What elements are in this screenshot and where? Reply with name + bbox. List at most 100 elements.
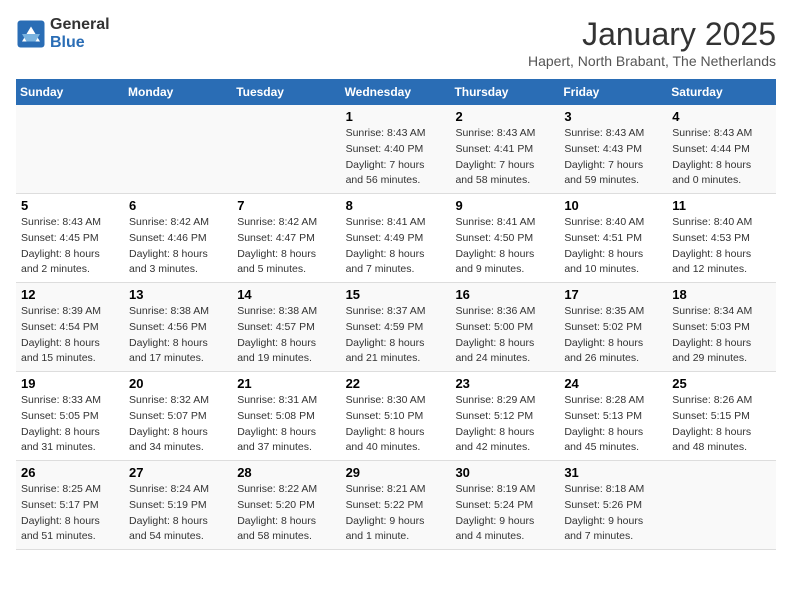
- day-number: 22: [346, 376, 446, 391]
- calendar-cell: 13 Sunrise: 8:38 AM Sunset: 4:56 PM Dayli…: [124, 283, 232, 372]
- day-info: Sunrise: 8:40 AM Sunset: 4:51 PM Dayligh…: [564, 215, 662, 278]
- week-row-2: 5Sunrise: 8:43 AM Sunset: 4:45 PM Daylig…: [16, 194, 776, 283]
- calendar-cell: 8Sunrise: 8:41 AM Sunset: 4:49 PM Daylig…: [341, 194, 451, 283]
- weekday-header-row: SundayMondayTuesdayWednesdayThursdayFrid…: [16, 79, 776, 105]
- day-info: Sunrise: 8:41 AM Sunset: 4:49 PM Dayligh…: [346, 215, 446, 278]
- calendar-cell: 6 Sunrise: 8:42 AM Sunset: 4:46 PM Daylig…: [124, 194, 232, 283]
- day-info: Sunrise: 8:37 AM Sunset: 4:59 PM Dayligh…: [346, 304, 446, 367]
- calendar-cell: 5Sunrise: 8:43 AM Sunset: 4:45 PM Daylig…: [16, 194, 124, 283]
- day-number: 29: [346, 465, 446, 480]
- day-number: 9: [455, 198, 554, 213]
- page-header: General Blue January 2025 Hapert, North …: [16, 16, 776, 69]
- calendar-cell: 27 Sunrise: 8:24 AM Sunset: 5:19 PM Dayli…: [124, 461, 232, 550]
- calendar-cell: 26 Sunrise: 8:25 AM Sunset: 5:17 PM Dayli…: [16, 461, 124, 550]
- weekday-header-tuesday: Tuesday: [232, 79, 340, 105]
- day-number: 6: [129, 198, 227, 213]
- day-number: 10: [564, 198, 662, 213]
- day-info: Sunrise: 8:43 AM Sunset: 4:40 PM Dayligh…: [346, 126, 446, 189]
- title-area: January 2025 Hapert, North Brabant, The …: [528, 16, 776, 69]
- week-row-3: 12Sunrise: 8:39 AM Sunset: 4:54 PM Dayli…: [16, 283, 776, 372]
- day-info: Sunrise: 8:25 AM Sunset: 5:17 PM Dayligh…: [21, 482, 119, 545]
- calendar-cell: 30Sunrise: 8:19 AM Sunset: 5:24 PM Dayli…: [450, 461, 559, 550]
- weekday-header-friday: Friday: [559, 79, 667, 105]
- day-number: 2: [455, 109, 554, 124]
- weekday-header-sunday: Sunday: [16, 79, 124, 105]
- month-title: January 2025: [528, 16, 776, 53]
- day-number: 4: [672, 109, 771, 124]
- calendar-cell: [667, 461, 776, 550]
- calendar-cell: [124, 105, 232, 194]
- day-info: Sunrise: 8:43 AM Sunset: 4:44 PM Dayligh…: [672, 126, 771, 189]
- day-info: Sunrise: 8:30 AM Sunset: 5:10 PM Dayligh…: [346, 393, 446, 456]
- day-number: 11: [672, 198, 771, 213]
- day-number: 27: [129, 465, 227, 480]
- day-info: Sunrise: 8:26 AM Sunset: 5:15 PM Dayligh…: [672, 393, 771, 456]
- day-info: Sunrise: 8:43 AM Sunset: 4:41 PM Dayligh…: [455, 126, 554, 189]
- week-row-4: 19 Sunrise: 8:33 AM Sunset: 5:05 PM Dayli…: [16, 372, 776, 461]
- calendar-cell: 11Sunrise: 8:40 AM Sunset: 4:53 PM Dayli…: [667, 194, 776, 283]
- calendar-cell: 2 Sunrise: 8:43 AM Sunset: 4:41 PM Daylig…: [450, 105, 559, 194]
- calendar-cell: 12Sunrise: 8:39 AM Sunset: 4:54 PM Dayli…: [16, 283, 124, 372]
- calendar-cell: 17 Sunrise: 8:35 AM Sunset: 5:02 PM Dayli…: [559, 283, 667, 372]
- day-info: Sunrise: 8:39 AM Sunset: 4:54 PM Dayligh…: [21, 304, 119, 367]
- calendar-cell: 3Sunrise: 8:43 AM Sunset: 4:43 PM Daylig…: [559, 105, 667, 194]
- calendar-cell: 31 Sunrise: 8:18 AM Sunset: 5:26 PM Dayli…: [559, 461, 667, 550]
- weekday-header-thursday: Thursday: [450, 79, 559, 105]
- calendar-cell: 18Sunrise: 8:34 AM Sunset: 5:03 PM Dayli…: [667, 283, 776, 372]
- day-info: Sunrise: 8:36 AM Sunset: 5:00 PM Dayligh…: [455, 304, 554, 367]
- day-number: 28: [237, 465, 335, 480]
- calendar-cell: 16 Sunrise: 8:36 AM Sunset: 5:00 PM Dayli…: [450, 283, 559, 372]
- day-number: 14: [237, 287, 335, 302]
- day-info: Sunrise: 8:22 AM Sunset: 5:20 PM Dayligh…: [237, 482, 335, 545]
- weekday-header-saturday: Saturday: [667, 79, 776, 105]
- day-info: Sunrise: 8:31 AM Sunset: 5:08 PM Dayligh…: [237, 393, 335, 456]
- day-number: 13: [129, 287, 227, 302]
- day-number: 5: [21, 198, 119, 213]
- day-number: 31: [564, 465, 662, 480]
- day-number: 19: [21, 376, 119, 391]
- day-info: Sunrise: 8:19 AM Sunset: 5:24 PM Dayligh…: [455, 482, 554, 545]
- day-number: 7: [237, 198, 335, 213]
- day-number: 20: [129, 376, 227, 391]
- day-info: Sunrise: 8:21 AM Sunset: 5:22 PM Dayligh…: [346, 482, 446, 545]
- day-info: Sunrise: 8:28 AM Sunset: 5:13 PM Dayligh…: [564, 393, 662, 456]
- logo-text: General Blue: [50, 16, 110, 52]
- day-info: Sunrise: 8:41 AM Sunset: 4:50 PM Dayligh…: [455, 215, 554, 278]
- calendar-cell: 25Sunrise: 8:26 AM Sunset: 5:15 PM Dayli…: [667, 372, 776, 461]
- logo-general: General: [50, 16, 110, 33]
- calendar-table: SundayMondayTuesdayWednesdayThursdayFrid…: [16, 79, 776, 550]
- day-info: Sunrise: 8:29 AM Sunset: 5:12 PM Dayligh…: [455, 393, 554, 456]
- calendar-cell: 14Sunrise: 8:38 AM Sunset: 4:57 PM Dayli…: [232, 283, 340, 372]
- day-info: Sunrise: 8:33 AM Sunset: 5:05 PM Dayligh…: [21, 393, 119, 456]
- day-info: Sunrise: 8:42 AM Sunset: 4:47 PM Dayligh…: [237, 215, 335, 278]
- logo: General Blue: [16, 16, 110, 52]
- logo-blue: Blue: [50, 34, 85, 51]
- day-info: Sunrise: 8:35 AM Sunset: 5:02 PM Dayligh…: [564, 304, 662, 367]
- calendar-cell: 1 Sunrise: 8:43 AM Sunset: 4:40 PM Daylig…: [341, 105, 451, 194]
- week-row-5: 26 Sunrise: 8:25 AM Sunset: 5:17 PM Dayli…: [16, 461, 776, 550]
- day-number: 17: [564, 287, 662, 302]
- day-number: 16: [455, 287, 554, 302]
- calendar-cell: [16, 105, 124, 194]
- day-info: Sunrise: 8:38 AM Sunset: 4:56 PM Dayligh…: [129, 304, 227, 367]
- week-row-1: 1 Sunrise: 8:43 AM Sunset: 4:40 PM Daylig…: [16, 105, 776, 194]
- day-number: 26: [21, 465, 119, 480]
- day-number: 23: [455, 376, 554, 391]
- calendar-cell: 10 Sunrise: 8:40 AM Sunset: 4:51 PM Dayli…: [559, 194, 667, 283]
- calendar-cell: 29 Sunrise: 8:21 AM Sunset: 5:22 PM Dayli…: [341, 461, 451, 550]
- day-info: Sunrise: 8:42 AM Sunset: 4:46 PM Dayligh…: [129, 215, 227, 278]
- location-title: Hapert, North Brabant, The Netherlands: [528, 53, 776, 69]
- calendar-cell: 28 Sunrise: 8:22 AM Sunset: 5:20 PM Dayli…: [232, 461, 340, 550]
- calendar-cell: 7 Sunrise: 8:42 AM Sunset: 4:47 PM Daylig…: [232, 194, 340, 283]
- weekday-header-monday: Monday: [124, 79, 232, 105]
- calendar-cell: [232, 105, 340, 194]
- calendar-cell: 23 Sunrise: 8:29 AM Sunset: 5:12 PM Dayli…: [450, 372, 559, 461]
- day-number: 1: [346, 109, 446, 124]
- day-number: 18: [672, 287, 771, 302]
- logo-icon: [16, 19, 46, 49]
- day-number: 3: [564, 109, 662, 124]
- day-info: Sunrise: 8:24 AM Sunset: 5:19 PM Dayligh…: [129, 482, 227, 545]
- day-info: Sunrise: 8:18 AM Sunset: 5:26 PM Dayligh…: [564, 482, 662, 545]
- calendar-cell: 9 Sunrise: 8:41 AM Sunset: 4:50 PM Daylig…: [450, 194, 559, 283]
- calendar-cell: 19 Sunrise: 8:33 AM Sunset: 5:05 PM Dayli…: [16, 372, 124, 461]
